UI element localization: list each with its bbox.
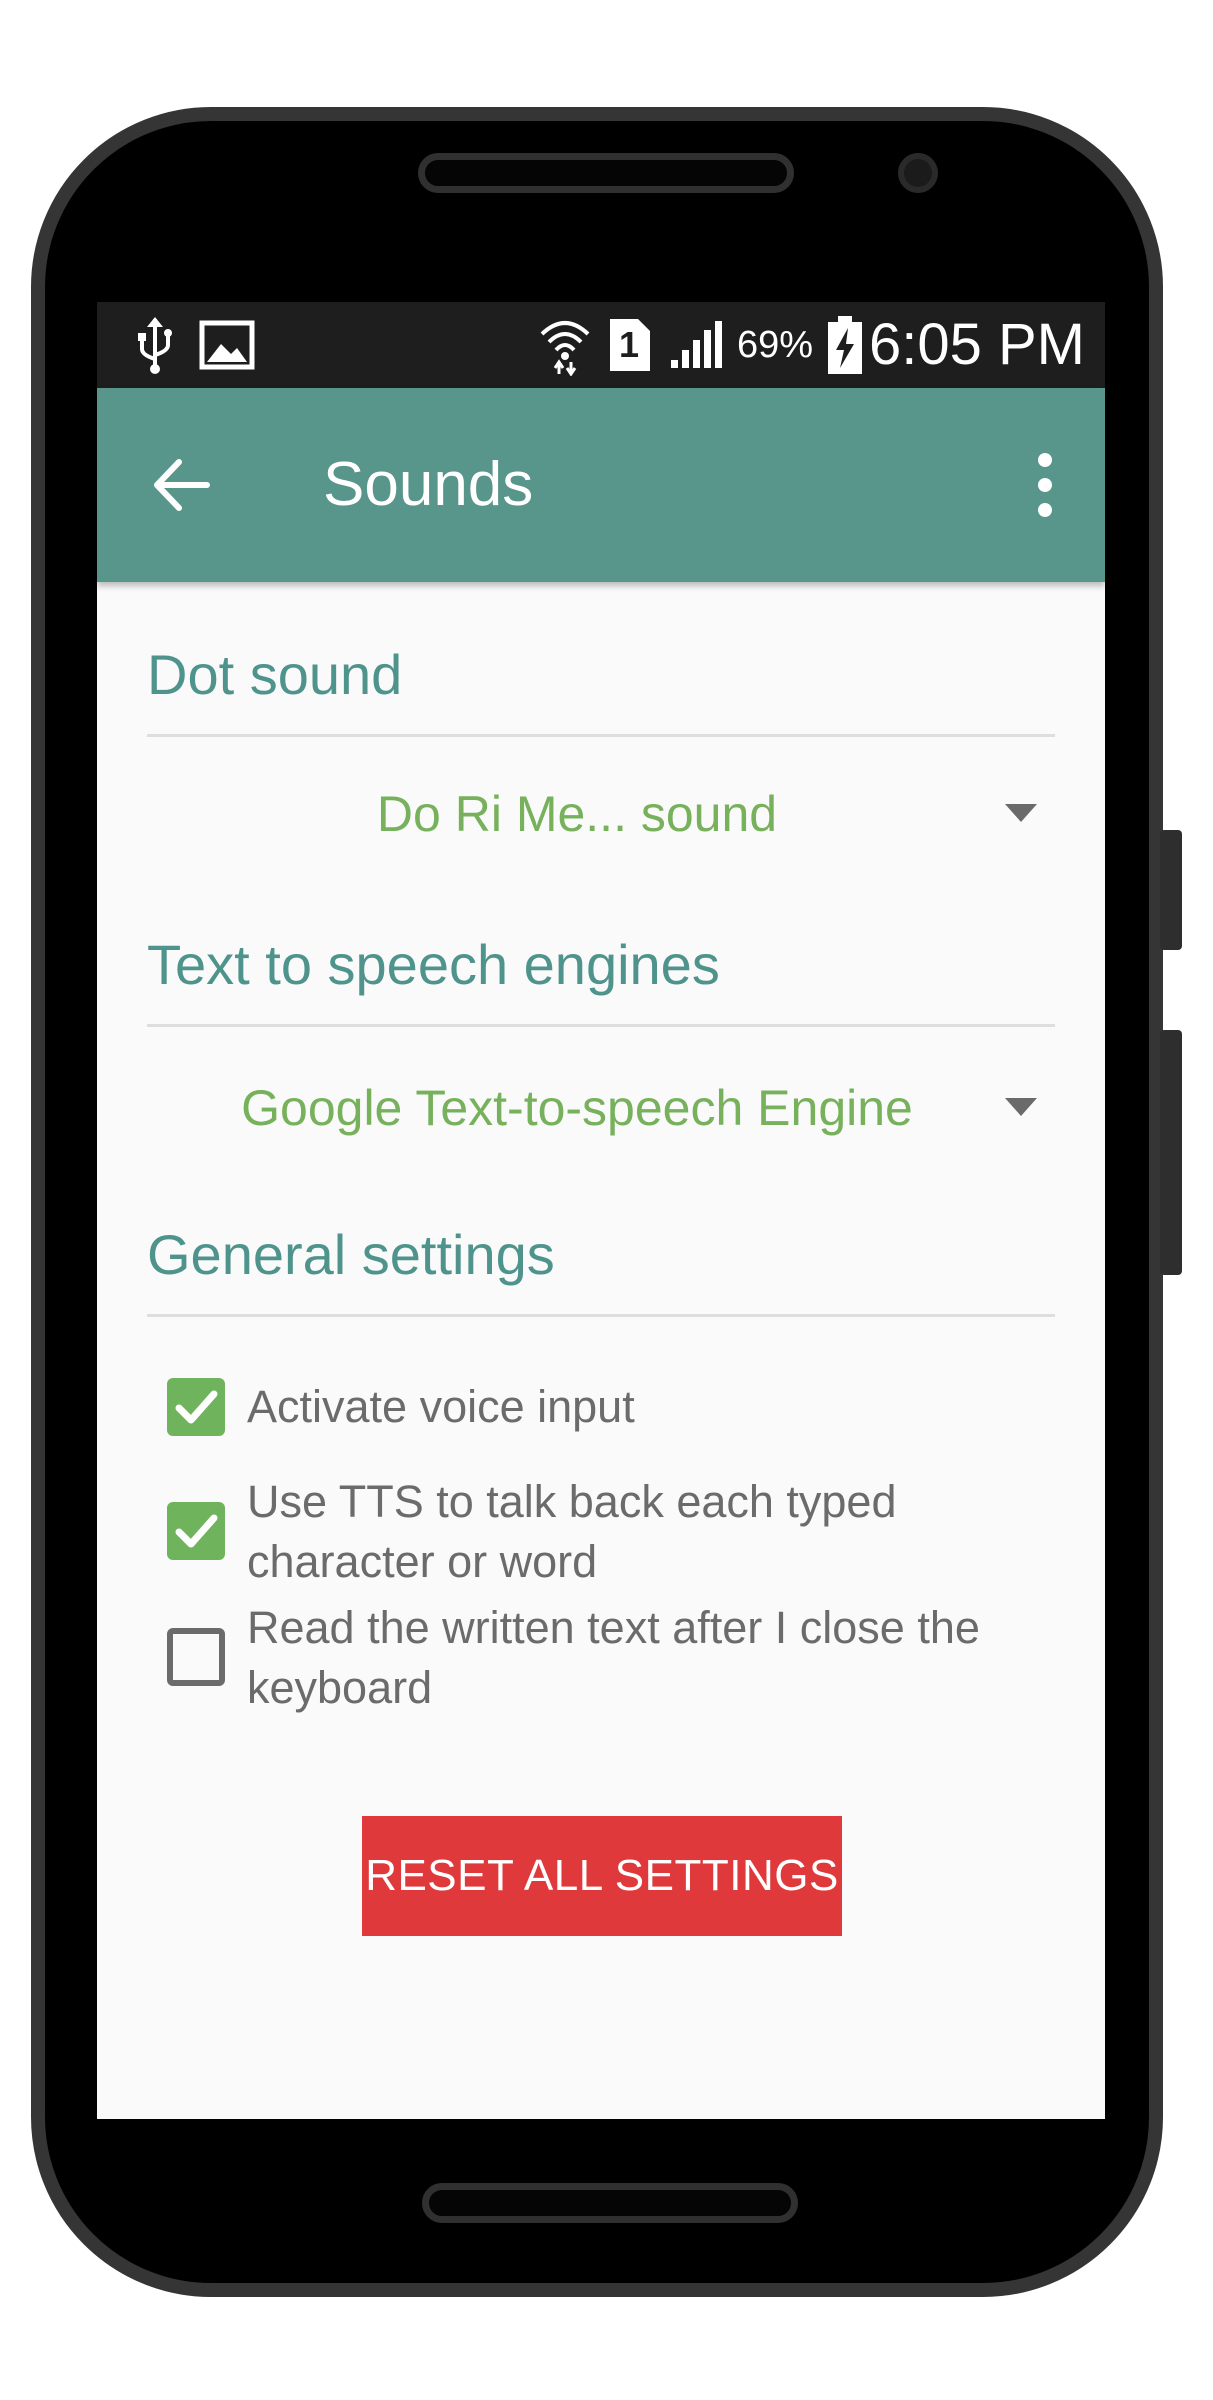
phone-top-speaker	[418, 153, 794, 193]
back-button[interactable]	[147, 450, 217, 520]
divider	[147, 734, 1055, 737]
dot-sound-dropdown[interactable]: Do Ri Me... sound	[147, 764, 1055, 864]
tts-engine-dropdown[interactable]: Google Text-to-speech Engine	[147, 1058, 1055, 1158]
checkbox-checked[interactable]	[167, 1502, 225, 1560]
signal-icon	[669, 312, 725, 378]
wifi-icon	[537, 312, 593, 378]
tts-engine-selected-value: Google Text-to-speech Engine	[241, 1080, 913, 1136]
section-title-tts-engines: Text to speech engines	[147, 933, 720, 996]
checkbox-checked[interactable]	[167, 1378, 225, 1436]
battery-charging-icon	[825, 312, 865, 378]
battery-percent: 69%	[737, 324, 814, 366]
phone-power-button	[1160, 1030, 1182, 1275]
check-icon	[175, 1514, 218, 1548]
more-vert-icon	[1038, 453, 1052, 517]
option-label: Activate voice input	[247, 1381, 635, 1432]
option-tts-talk-back[interactable]: Use TTS to talk back each typed characte…	[167, 1472, 1067, 1592]
front-camera	[898, 153, 938, 193]
dot-sound-selected-value: Do Ri Me... sound	[376, 786, 778, 842]
divider	[147, 1314, 1055, 1317]
divider	[147, 1024, 1055, 1027]
app-bar: Sounds	[97, 388, 1105, 582]
option-read-text-after-close[interactable]: Read the written text after I close the …	[167, 1598, 1067, 1718]
phone-volume-button	[1160, 830, 1182, 950]
option-activate-voice-input[interactable]: Activate voice input	[167, 1372, 1067, 1442]
section-title-dot-sound: Dot sound	[147, 643, 403, 706]
section-title-general-settings: General settings	[147, 1223, 555, 1286]
status-bar: 1 69% 6:05 PM	[97, 302, 1105, 388]
reset-all-settings-button[interactable]: RESET ALL SETTINGS	[362, 1816, 842, 1936]
dropdown-arrow-icon	[1005, 1098, 1037, 1116]
image-icon	[197, 312, 257, 378]
option-label: Use TTS to talk back each typed characte…	[247, 1476, 897, 1587]
option-label: Read the written text after I close the …	[247, 1602, 980, 1713]
sim-icon: 1	[607, 312, 653, 378]
sim-slot-number: 1	[618, 324, 640, 365]
checkbox-unchecked[interactable]	[167, 1628, 225, 1686]
screen: 1 69% 6:05 PM Sounds Dot sound Do Ri Me.…	[97, 302, 1105, 2119]
arrow-left-icon	[154, 459, 210, 511]
usb-icon	[135, 312, 175, 378]
page-title: Sounds	[323, 450, 534, 519]
status-clock: 6:05 PM	[869, 312, 1085, 377]
dropdown-arrow-icon	[1005, 804, 1037, 822]
check-icon	[175, 1390, 218, 1424]
overflow-menu-button[interactable]	[1025, 448, 1065, 522]
phone-bottom-speaker	[422, 2183, 798, 2223]
